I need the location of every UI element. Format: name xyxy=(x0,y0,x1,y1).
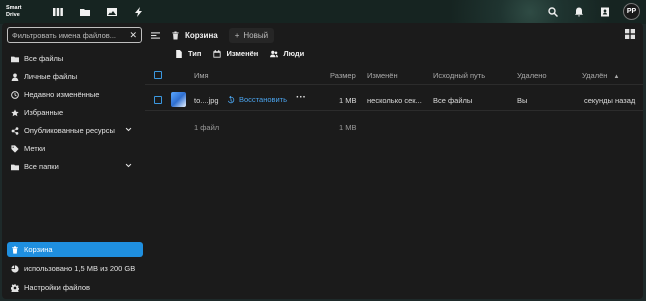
clock-icon xyxy=(11,90,19,99)
filter-modified[interactable]: Изменён xyxy=(213,49,258,58)
column-deleted[interactable]: Удалён ▲ xyxy=(582,71,619,80)
table-header: Имя Размер Изменён Исходный путь Удалено… xyxy=(145,65,643,85)
sidebar-item-recent[interactable]: Недавно изменённые xyxy=(7,87,143,102)
page-title: Корзина xyxy=(185,31,218,40)
filter-type[interactable]: Тип xyxy=(175,49,201,58)
file-original-path: Все файлы xyxy=(433,96,473,105)
trash-icon xyxy=(12,245,18,254)
sidebar-item-favorites[interactable]: Избранные xyxy=(7,105,143,120)
photos-icon[interactable] xyxy=(104,4,120,20)
filter-placeholder: Фильтровать имена файлов... xyxy=(12,30,117,40)
sidebar-item-all-files[interactable]: Все файлы xyxy=(7,51,143,66)
table-summary: 1 файл 1 MB xyxy=(145,119,643,135)
app-logo[interactable]: Smart Drive xyxy=(6,5,36,19)
filter-label: Люди xyxy=(283,49,305,58)
column-original-path[interactable]: Исходный путь xyxy=(433,71,485,80)
restore-button[interactable]: Восстановить xyxy=(227,95,287,104)
quota-indicator[interactable]: использовано 1,5 MB из 200 GB xyxy=(7,261,143,276)
history-icon xyxy=(227,95,235,103)
restore-label: Восстановить xyxy=(239,95,288,104)
notifications-icon[interactable] xyxy=(571,4,587,20)
avatar[interactable]: PP xyxy=(623,3,640,20)
contacts-icon[interactable] xyxy=(597,4,613,20)
logo-line-2: Drive xyxy=(6,12,20,18)
grid-view-toggle[interactable] xyxy=(625,29,637,41)
sidebar-item-trash[interactable]: Корзина xyxy=(7,242,143,257)
share-icon xyxy=(11,126,19,135)
new-button[interactable]: + Новый xyxy=(228,28,275,43)
sidebar-item-label: Корзина xyxy=(24,245,53,254)
column-deleted-by[interactable]: Удалено xyxy=(517,71,547,80)
activity-icon[interactable] xyxy=(131,4,147,20)
folder-icon xyxy=(11,164,19,170)
column-deleted-label: Удалён xyxy=(582,71,608,80)
grid-icon xyxy=(625,29,635,39)
sidebar: Фильтровать имена файлов... ✕ Все файлы … xyxy=(2,23,145,299)
filter-input[interactable]: Фильтровать имена файлов... ✕ xyxy=(7,27,142,43)
star-icon xyxy=(11,108,19,116)
row-checkbox[interactable] xyxy=(154,96,162,104)
main-content: Корзина + Новый Тип Изменён Люди Имя Раз… xyxy=(145,23,643,299)
breadcrumb-trash[interactable]: Корзина xyxy=(166,28,223,43)
trash-icon xyxy=(172,31,179,40)
sort-ascending-icon: ▲ xyxy=(613,74,620,80)
table-row[interactable]: to....jpg Восстановить ··· 1 MB нескольк… xyxy=(145,89,643,111)
sidebar-item-label: Недавно изменённые xyxy=(24,90,100,99)
breadcrumb: Корзина + Новый xyxy=(151,28,275,43)
search-icon[interactable] xyxy=(545,4,561,20)
sidebar-item-all-folders[interactable]: Все папки xyxy=(7,159,143,174)
more-actions-icon[interactable]: ··· xyxy=(296,92,306,103)
tag-icon xyxy=(11,144,19,153)
filter-chips: Тип Изменён Люди xyxy=(175,49,304,58)
sidebar-item-personal-files[interactable]: Личные файлы xyxy=(7,69,143,84)
sidebar-toggle-icon[interactable] xyxy=(151,31,160,40)
top-bar: Smart Drive PP xyxy=(0,0,646,24)
file-size: 1 MB xyxy=(339,96,357,105)
summary-size: 1 MB xyxy=(339,123,357,132)
plus-icon: + xyxy=(234,31,240,40)
sidebar-item-label: Избранные xyxy=(24,108,64,117)
file-name[interactable]: to....jpg xyxy=(194,96,219,105)
chevron-down-icon[interactable] xyxy=(125,162,132,169)
settings-button[interactable]: Настройки файлов xyxy=(7,280,143,295)
quota-label: использовано 1,5 MB из 200 GB xyxy=(24,264,136,273)
calendar-icon xyxy=(213,49,222,58)
file-thumbnail[interactable] xyxy=(171,92,186,107)
sidebar-item-shares[interactable]: Опубликованные ресурсы xyxy=(7,123,143,138)
filter-label: Тип xyxy=(188,49,202,58)
settings-label: Настройки файлов xyxy=(24,283,91,292)
dashboard-icon[interactable] xyxy=(50,4,66,20)
filter-people[interactable]: Люди xyxy=(270,49,304,58)
folder-icon[interactable] xyxy=(77,4,93,20)
file-deleted-by: Вы xyxy=(517,96,528,105)
sidebar-item-label: Личные файлы xyxy=(24,72,78,81)
summary-count: 1 файл xyxy=(194,123,220,132)
new-button-label: Новый xyxy=(243,31,269,40)
file-modified: несколько сек... xyxy=(367,96,422,105)
sidebar-item-tags[interactable]: Метки xyxy=(7,141,143,156)
column-name[interactable]: Имя xyxy=(194,71,209,80)
logo-line-1: Smart xyxy=(6,5,22,11)
folder-icon xyxy=(11,56,19,62)
select-all-checkbox[interactable] xyxy=(154,71,162,79)
file-deleted-time: секунды назад xyxy=(584,96,636,105)
clear-icon[interactable]: ✕ xyxy=(129,30,137,41)
sidebar-item-label: Все файлы xyxy=(24,54,64,63)
user-icon xyxy=(11,73,19,81)
column-modified[interactable]: Изменён xyxy=(367,71,398,80)
sidebar-item-label: Метки xyxy=(24,144,46,153)
file-icon xyxy=(176,49,182,58)
sidebar-item-label: Все папки xyxy=(24,162,59,171)
sidebar-item-label: Опубликованные ресурсы xyxy=(24,126,115,135)
people-icon xyxy=(270,50,279,57)
chevron-down-icon[interactable] xyxy=(125,126,132,133)
gear-icon xyxy=(11,283,19,292)
filter-label: Изменён xyxy=(226,49,259,58)
pie-chart-icon xyxy=(11,264,19,273)
column-size[interactable]: Размер xyxy=(330,71,356,80)
